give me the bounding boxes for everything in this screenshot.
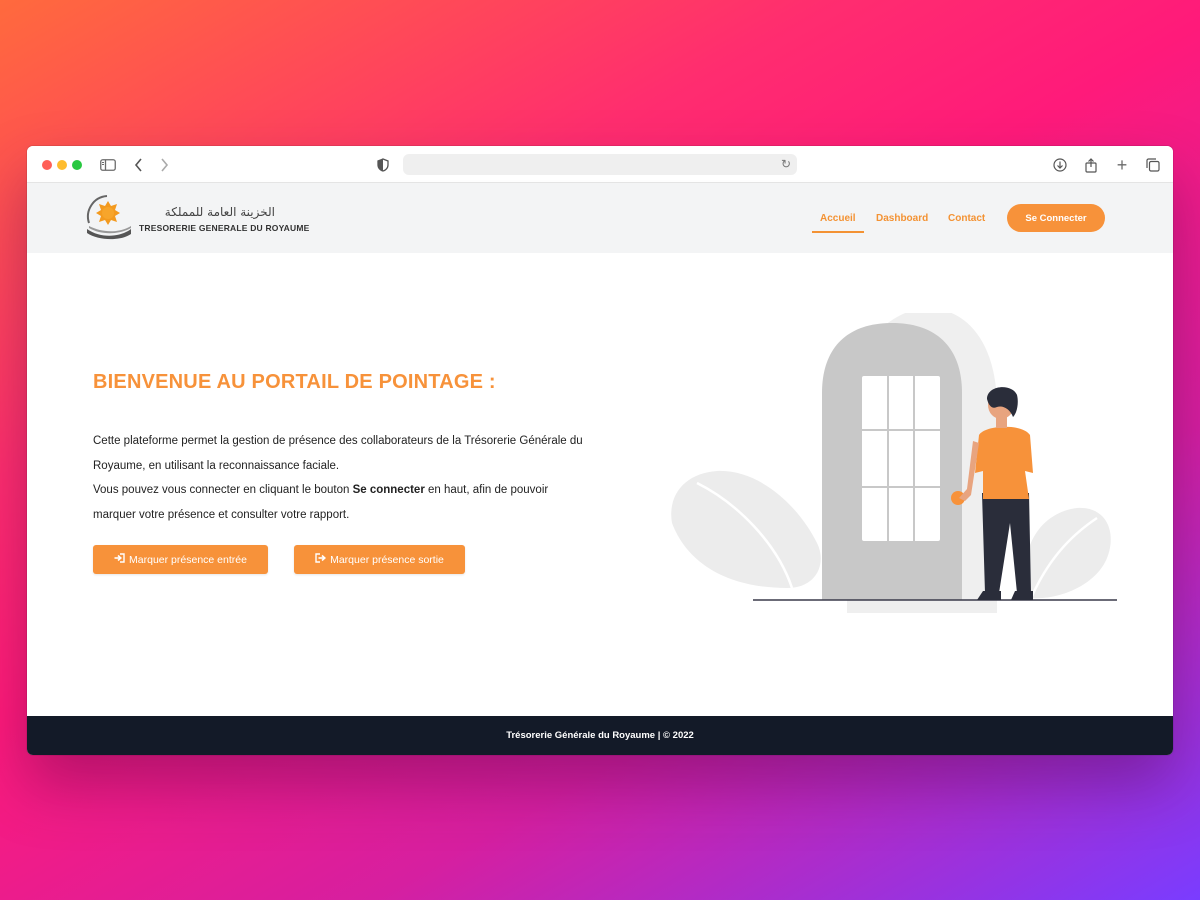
site-header: الخزينة العامة للمملكة TRESORERIE GENERA… [27, 183, 1173, 253]
hero-paragraph-1: Cette plateforme permet la gestion de pr… [93, 435, 583, 472]
mark-exit-label: Marquer présence sortie [330, 553, 444, 566]
sun-emblem-icon [87, 195, 131, 240]
sign-out-icon [315, 553, 327, 566]
download-icon[interactable] [1050, 155, 1070, 175]
shield-icon[interactable] [373, 155, 393, 175]
nav-link-contact[interactable]: Contact [948, 213, 985, 224]
address-bar[interactable]: ↻ [403, 154, 797, 175]
browser-window: ↻ + الخزينة العامة للمملكة TRESORERIE GE… [27, 146, 1173, 755]
sidebar-icon[interactable] [98, 155, 118, 175]
nav-link-dashboard[interactable]: Dashboard [876, 213, 928, 224]
site-footer: Trésorerie Générale du Royaume | © 2022 [27, 716, 1173, 755]
hero-description: Cette plateforme permet la gestion de pr… [93, 429, 593, 527]
back-arrow-icon[interactable] [129, 155, 149, 175]
login-button[interactable]: Se Connecter [1007, 204, 1105, 232]
left-leaf-icon [671, 470, 821, 589]
nav-link-home[interactable]: Accueil [812, 213, 864, 233]
new-tab-icon[interactable]: + [1112, 155, 1132, 175]
reload-icon[interactable]: ↻ [781, 157, 791, 171]
footer-copyright: Trésorerie Générale du Royaume | © 2022 [506, 730, 694, 741]
hero-section: BIENVENUE AU PORTAIL DE POINTAGE : Cette… [27, 253, 1173, 716]
mark-entry-button[interactable]: Marquer présence entrée [93, 545, 268, 574]
minimize-window-button[interactable] [57, 160, 67, 170]
maximize-window-button[interactable] [72, 160, 82, 170]
sign-in-icon [114, 553, 125, 566]
right-leaf-icon [1024, 507, 1111, 599]
hero-paragraph-2-bold: Se connecter [352, 484, 425, 496]
share-icon[interactable] [1081, 155, 1101, 175]
tabs-overview-icon[interactable] [1143, 155, 1163, 175]
mark-entry-label: Marquer présence entrée [129, 553, 247, 566]
logo-latin-text: TRESORERIE GENERALE DU ROYAUME [139, 223, 310, 233]
browser-toolbar: ↻ + [27, 146, 1173, 183]
door-illustration [671, 313, 1117, 613]
hero-paragraph-2-start: Vous pouvez vous connecter en cliquant l… [93, 484, 353, 496]
close-window-button[interactable] [42, 160, 52, 170]
logo-arabic-text: الخزينة العامة للمملكة [164, 205, 275, 219]
forward-arrow-icon[interactable] [154, 155, 174, 175]
site-logo[interactable]: الخزينة العامة للمملكة TRESORERIE GENERA… [83, 193, 309, 243]
hero-title: BIENVENUE AU PORTAIL DE POINTAGE : [93, 371, 496, 393]
mark-exit-button[interactable]: Marquer présence sortie [294, 545, 465, 574]
